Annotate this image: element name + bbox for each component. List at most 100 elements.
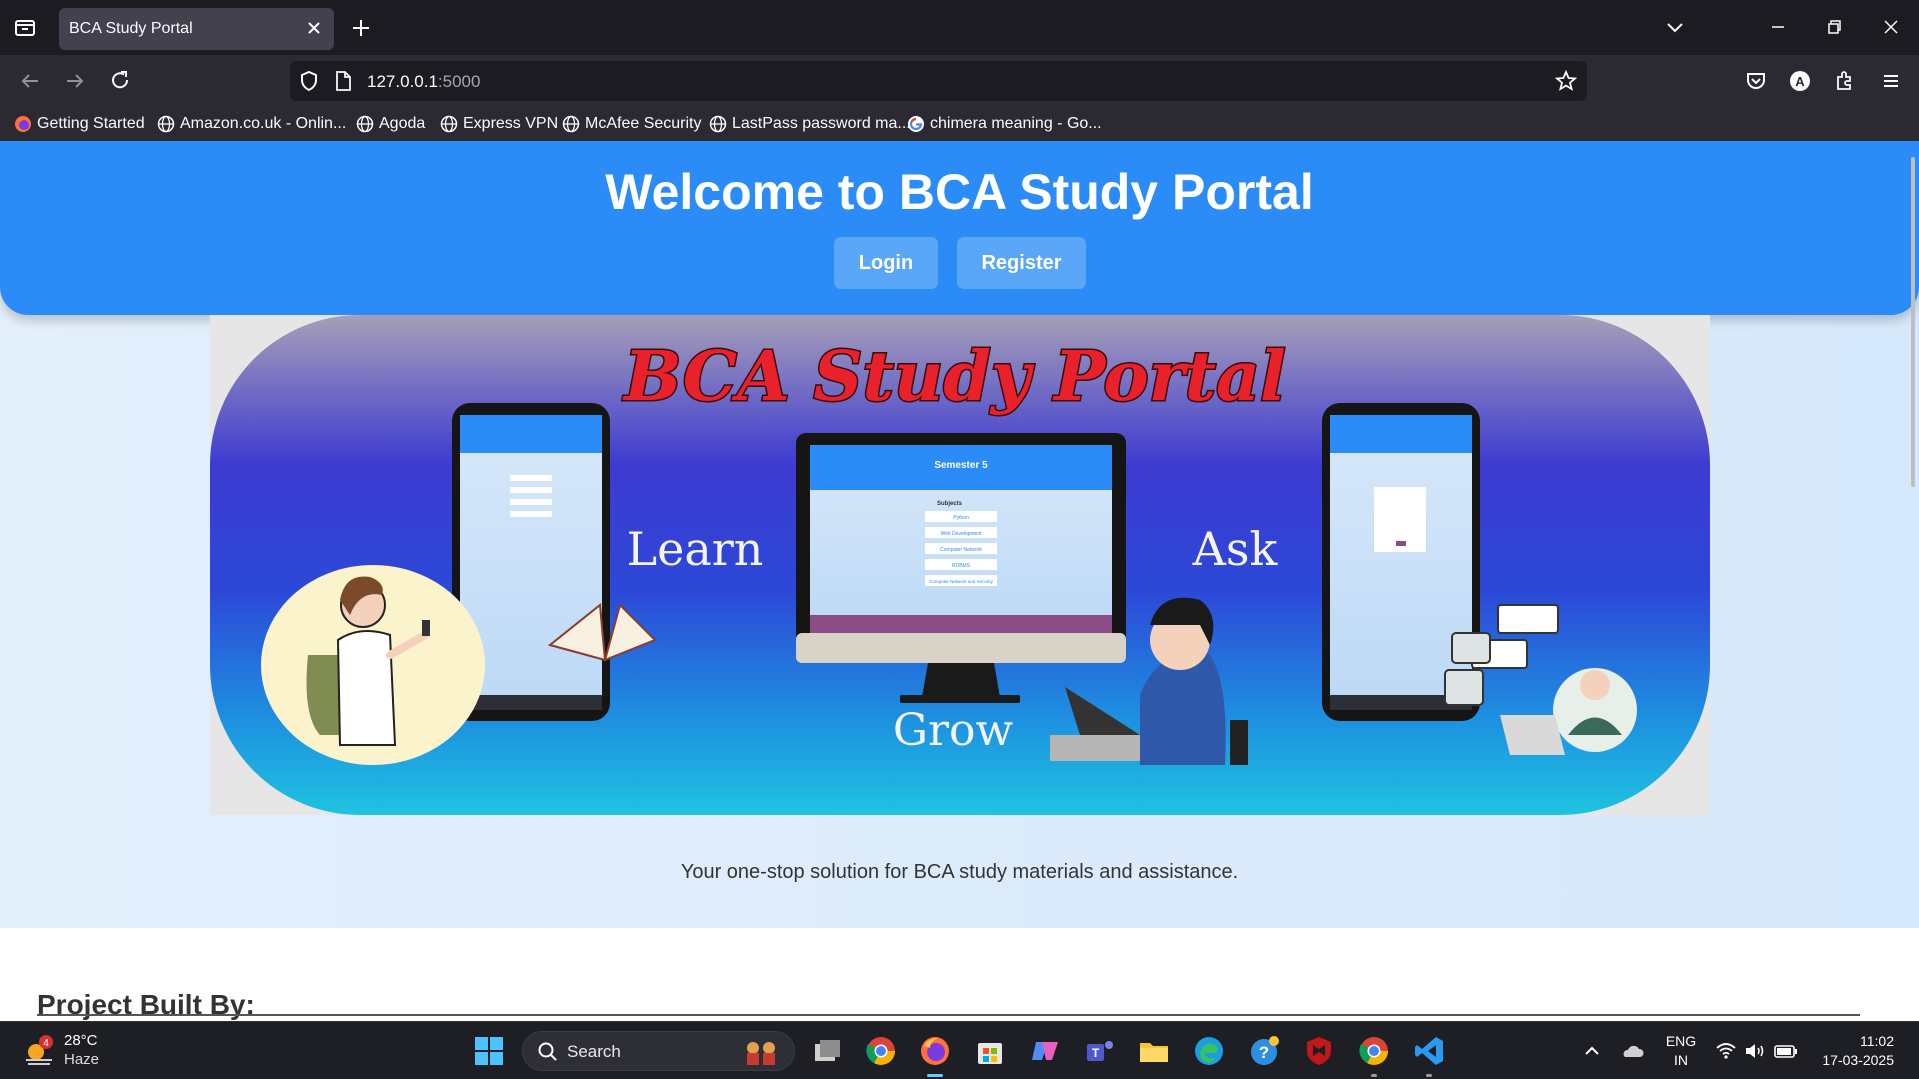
login-button[interactable]: Login [834, 237, 938, 289]
svg-text:T: T [1092, 1046, 1100, 1060]
monitor-screen-subtitle: Subjects [937, 501, 963, 507]
windows-taskbar: 4 28°C Haze Search T ? ENG IN 11:02 17-0… [0, 1021, 1919, 1079]
close-tab-icon[interactable] [304, 18, 324, 38]
site-header: Welcome to BCA Study Portal Login Regist… [0, 141, 1919, 315]
monitor-illustration: Semester 5 Subjects Python Web Developme… [796, 433, 1126, 703]
monitor-subject-3: Computer Network [940, 547, 982, 553]
clock-date: 17-03-2025 [1822, 1052, 1894, 1068]
edge-icon[interactable] [1192, 1034, 1226, 1068]
project-built-by-heading: Project Built By: [37, 989, 255, 1020]
file-explorer-icon[interactable] [1137, 1034, 1171, 1068]
bookmark-chimera[interactable]: chimera meaning - Go... [907, 113, 1102, 135]
weather-desc: Haze [64, 1051, 100, 1068]
show-hidden-icons-chevron-icon[interactable] [1581, 1040, 1603, 1067]
onedrive-icon[interactable] [1620, 1038, 1646, 1069]
pocket-icon[interactable] [1742, 67, 1770, 95]
url-port: :5000 [437, 72, 481, 91]
clock-time: 11:02 [1860, 1033, 1894, 1049]
browser-nav-bar: 127.0.0.1:5000 A [0, 55, 1919, 107]
minimize-icon[interactable] [1763, 12, 1793, 42]
task-view-icon[interactable] [810, 1034, 844, 1068]
bookmark-getting-started[interactable]: Getting Started [14, 113, 145, 135]
copilot-icon[interactable] [1028, 1034, 1062, 1068]
globe-icon [440, 115, 458, 133]
weather-temp: 28°C [64, 1032, 98, 1049]
bookmark-agoda[interactable]: Agoda [356, 113, 425, 135]
teams-icon[interactable]: T [1083, 1034, 1117, 1068]
banner-title: BCA Study Portal [622, 337, 1286, 417]
bookmark-label: Express VPN [463, 115, 559, 132]
banner-word-ask: Ask [1192, 522, 1279, 576]
region-code: IN [1674, 1052, 1688, 1068]
bookmark-star-icon[interactable] [1554, 69, 1578, 98]
microsoft-store-icon[interactable] [973, 1034, 1007, 1068]
vscode-icon[interactable] [1412, 1034, 1446, 1068]
globe-icon [709, 115, 727, 133]
bookmark-label: Getting Started [37, 115, 145, 132]
search-icon [537, 1041, 559, 1068]
page-icon[interactable] [332, 70, 354, 97]
wifi-icon[interactable] [1714, 1039, 1738, 1068]
bookmark-amazon[interactable]: Amazon.co.uk - Onlin... [157, 113, 346, 135]
windows-start-icon[interactable] [472, 1034, 506, 1068]
address-bar[interactable]: 127.0.0.1:5000 [290, 61, 1587, 101]
tab-list-icon[interactable] [12, 14, 38, 40]
new-tab-icon[interactable] [348, 15, 374, 41]
register-button[interactable]: Register [957, 237, 1086, 289]
monitor-screen-title: Semester 5 [934, 460, 988, 471]
reload-icon[interactable] [106, 67, 134, 95]
tagline: Your one-stop solution for BCA study mat… [680, 861, 1239, 883]
taskbar-search[interactable]: Search [522, 1031, 795, 1071]
monitor-subject-1: Python [953, 515, 969, 521]
forward-icon[interactable] [61, 67, 89, 95]
url-text[interactable]: 127.0.0.1:5000 [367, 72, 480, 92]
bookmark-label: chimera meaning - Go... [930, 115, 1102, 132]
student-girl-illustration [261, 565, 485, 765]
page-viewport: Welcome to BCA Study Portal Login Regist… [0, 141, 1919, 1021]
page-scrollbar[interactable] [1911, 157, 1915, 487]
bookmark-label: Amazon.co.uk - Onlin... [180, 115, 347, 132]
monitor-subject-5: Computer Network and Security [929, 579, 994, 584]
banner-word-grow: Grow [893, 705, 1014, 756]
mcafee-icon[interactable] [1302, 1034, 1336, 1068]
chrome-profile-icon[interactable] [1357, 1034, 1391, 1068]
menu-icon[interactable] [1877, 67, 1905, 95]
svg-text:A: A [1795, 74, 1805, 89]
account-avatar-icon[interactable]: A [1786, 67, 1814, 95]
shield-icon[interactable] [297, 69, 321, 98]
battery-icon[interactable] [1773, 1039, 1799, 1068]
language-indicator[interactable]: ENG IN [1663, 1032, 1699, 1070]
weather-widget[interactable]: 4 [22, 1034, 58, 1070]
bookmarks-bar: Getting Started Amazon.co.uk - Onlin... … [0, 107, 1919, 141]
clock[interactable]: 11:02 17-03-2025 [1812, 1032, 1894, 1070]
list-all-tabs-icon[interactable] [1660, 12, 1690, 42]
banner-word-learn: Learn [627, 522, 764, 576]
extensions-icon[interactable] [1831, 67, 1859, 95]
bookmark-label: McAfee Security [585, 115, 702, 132]
bookmark-mcafee[interactable]: McAfee Security [562, 113, 701, 135]
url-host: 127.0.0.1 [367, 72, 438, 91]
chrome-icon[interactable] [864, 1034, 898, 1068]
tab-title: BCA Study Portal [69, 20, 193, 37]
divider [37, 1014, 1860, 1016]
bookmark-label: LastPass password ma... [732, 115, 911, 132]
bookmark-lastpass[interactable]: LastPass password ma... [709, 113, 911, 135]
svg-text:?: ? [1259, 1043, 1269, 1062]
globe-icon [562, 115, 580, 133]
firefox-icon[interactable] [918, 1034, 952, 1068]
search-label: Search [567, 1042, 621, 1061]
globe-icon [157, 115, 175, 133]
tab-bca-study-portal[interactable]: BCA Study Portal [59, 8, 334, 50]
help-icon[interactable]: ? [1247, 1034, 1281, 1068]
close-window-icon[interactable] [1876, 12, 1906, 42]
bookmark-express-vpn[interactable]: Express VPN [440, 113, 558, 135]
language-code: ENG [1665, 1033, 1697, 1049]
chrome-running-indicator [1371, 1074, 1377, 1077]
back-icon[interactable] [16, 67, 44, 95]
volume-icon[interactable] [1743, 1039, 1767, 1068]
restore-icon[interactable] [1819, 12, 1849, 42]
vscode-running-indicator [1426, 1074, 1432, 1077]
search-highlight-icon [741, 1038, 781, 1071]
google-icon [907, 115, 925, 133]
firefox-active-indicator [927, 1074, 943, 1077]
